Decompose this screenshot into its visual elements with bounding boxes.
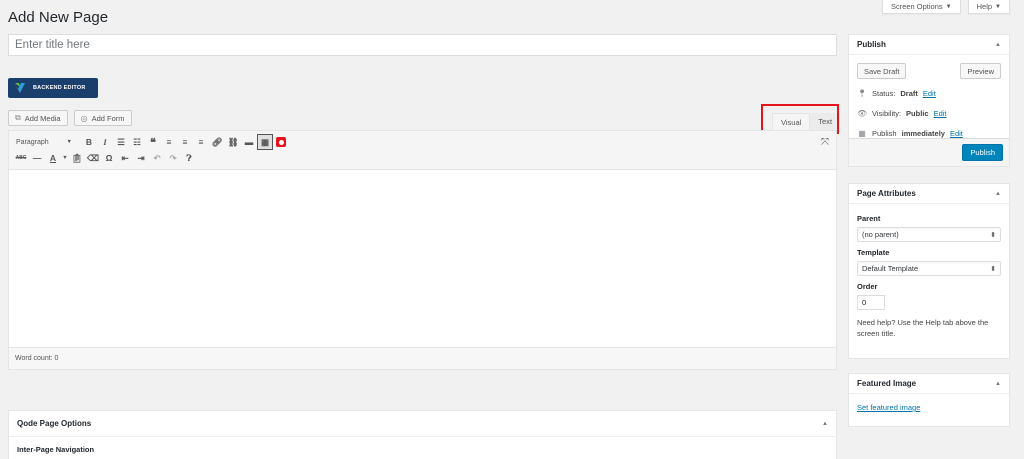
help-text: Need help? Use the Help tab above the sc… <box>857 318 989 338</box>
special-character-icon[interactable]: Ω <box>101 150 117 166</box>
select-arrows-icon: ⬍ <box>990 265 996 273</box>
collapse-icon[interactable]: ▲ <box>995 191 1001 197</box>
keyboard-shortcuts-icon[interactable]: ❓︎ <box>181 150 197 166</box>
align-left-icon[interactable]: ≡ <box>161 134 177 150</box>
publish-box-header[interactable]: Publish ▲ <box>849 35 1009 55</box>
paste-as-text-icon[interactable]: 📋︎ <box>69 150 85 166</box>
collapse-icon[interactable]: ▲ <box>995 42 1001 48</box>
editor-content-area[interactable] <box>9 170 836 347</box>
calendar-icon: ▦ <box>858 128 866 138</box>
bold-icon[interactable]: B <box>81 134 97 150</box>
set-featured-image-link[interactable]: Set featured image <box>857 403 920 412</box>
title-placeholder: Enter title here <box>15 39 90 51</box>
save-draft-button[interactable]: Save Draft <box>857 63 907 79</box>
preview-button[interactable]: Preview <box>960 63 1001 79</box>
caret-down-icon: ▼ <box>995 3 1001 10</box>
title-input[interactable]: Enter title here <box>8 34 837 56</box>
visual-composer-logo-icon <box>15 83 25 93</box>
qode-box-header[interactable]: Qode Page Options ▲ <box>9 411 836 437</box>
redo-icon[interactable]: ↷ <box>165 150 181 166</box>
add-form-button[interactable]: ◎ Add Form <box>73 110 132 126</box>
bulleted-list-icon[interactable]: ☰ <box>113 134 129 150</box>
clear-formatting-icon[interactable]: ⌫ <box>85 150 101 166</box>
collapse-icon[interactable]: ▲ <box>822 421 828 427</box>
unlink-icon[interactable]: ⛓︎ <box>225 134 241 150</box>
link-icon[interactable]: 🔗︎ <box>209 134 225 150</box>
publish-actions: Publish <box>849 138 1009 166</box>
outdent-icon[interactable]: ⇤ <box>117 150 133 166</box>
strikethrough-icon[interactable]: ABC <box>13 150 29 166</box>
format-select[interactable]: Paragraph ▼ <box>13 135 75 149</box>
qode-page-options-box: Qode Page Options ▲ Inter-Page Navigation <box>8 410 837 459</box>
parent-select[interactable]: (no parent) ⬍ <box>857 227 1001 242</box>
page-attributes-box: Page Attributes ▲ Parent (no parent) ⬍ Tem… <box>848 183 1010 359</box>
featured-image-header[interactable]: Featured Image ▲ <box>849 374 1009 394</box>
align-center-icon[interactable]: ≡ <box>177 134 193 150</box>
blockquote-icon[interactable]: ❝ <box>145 134 161 150</box>
visibility-row: 👁︎ Visibility: Public Edit <box>857 108 947 118</box>
backend-editor-button[interactable]: BACKEND EDITOR <box>8 78 98 98</box>
schedule-edit-link[interactable]: Edit <box>950 129 963 138</box>
undo-icon[interactable]: ↶ <box>149 150 165 166</box>
toolbar-row-2: ABC — A ▼ 📋︎ ⌫ Ω ⇤ ⇥ ↶ ↷ ❓︎ <box>13 150 832 166</box>
collapse-icon[interactable]: ▲ <box>995 381 1001 387</box>
word-count: Word count: 0 <box>15 355 59 362</box>
inter-page-navigation-heading: Inter-Page Navigation <box>17 445 95 454</box>
template-label: Template <box>857 248 890 257</box>
visibility-edit-link[interactable]: Edit <box>934 109 947 118</box>
template-select[interactable]: Default Template ⬍ <box>857 261 1001 276</box>
text-color-icon[interactable]: A <box>45 150 61 166</box>
horizontal-line-icon[interactable]: — <box>29 150 45 166</box>
help-button[interactable]: Help ▼ <box>967 0 1010 14</box>
indent-icon[interactable]: ⇥ <box>133 150 149 166</box>
publish-box: Publish ▲ Save Draft Preview 📍︎ Status: Dr… <box>848 34 1010 167</box>
add-media-button[interactable]: ⧉ Add Media <box>8 110 68 126</box>
toolbar-row-1: Paragraph ▼ B I ☰ ☷ ❝ ≡ ≡ ≡ 🔗︎ ⛓︎ ▬ ▦ <box>13 134 832 150</box>
read-more-icon[interactable]: ▬ <box>241 134 257 150</box>
vc-shortcode-icon[interactable] <box>273 134 289 150</box>
italic-icon[interactable]: I <box>97 134 113 150</box>
status-edit-link[interactable]: Edit <box>923 89 936 98</box>
caret-down-icon[interactable]: ▼ <box>61 150 69 166</box>
media-buttons: ⧉ Add Media ◎ Add Form <box>8 110 132 126</box>
form-icon: ◎ <box>80 113 88 123</box>
align-right-icon[interactable]: ≡ <box>193 134 209 150</box>
screen-meta: Screen Options ▼ Help ▼ <box>881 0 1010 14</box>
editor-toolbar: Paragraph ▼ B I ☰ ☷ ❝ ≡ ≡ ≡ 🔗︎ ⛓︎ ▬ ▦ ABC… <box>9 131 836 170</box>
editor-status-bar: Word count: 0 <box>9 347 836 369</box>
page-title: Add New Page <box>8 9 109 26</box>
select-arrows-icon: ⬍ <box>990 231 996 239</box>
order-input[interactable]: 0 <box>857 295 885 310</box>
publish-button[interactable]: Publish <box>962 144 1003 161</box>
content-editor: Paragraph ▼ B I ☰ ☷ ❝ ≡ ≡ ≡ 🔗︎ ⛓︎ ▬ ▦ ABC… <box>8 130 837 370</box>
fullscreen-icon[interactable]: ⤧ <box>818 135 832 149</box>
status-row: 📍︎ Status: Draft Edit <box>857 88 936 98</box>
screen-options-button[interactable]: Screen Options ▼ <box>881 0 961 14</box>
eye-icon: 👁︎ <box>857 108 868 118</box>
parent-label: Parent <box>857 214 881 223</box>
caret-down-icon: ▼ <box>945 3 952 10</box>
caret-down-icon: ▼ <box>66 139 72 145</box>
media-icon: ⧉ <box>15 113 21 122</box>
featured-image-box: Featured Image ▲ Set featured image <box>848 373 1010 427</box>
page-attributes-header[interactable]: Page Attributes ▲ <box>849 184 1009 204</box>
pin-icon: 📍︎ <box>857 88 868 98</box>
backend-editor-label: BACKEND EDITOR <box>33 85 86 91</box>
order-label: Order <box>857 282 878 291</box>
numbered-list-icon[interactable]: ☷ <box>129 134 145 150</box>
toolbar-toggle-icon[interactable]: ▦ <box>257 134 273 150</box>
